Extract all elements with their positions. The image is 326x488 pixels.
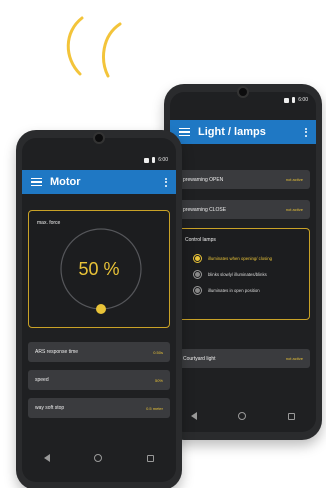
- battery-icon: [152, 157, 156, 163]
- row-label: way soft stop: [35, 405, 65, 411]
- status-time: 6:00: [298, 97, 308, 103]
- menu-icon[interactable]: [179, 127, 190, 137]
- screen: 6:00 Light / lamps prewarning OPEN not a…: [170, 92, 316, 432]
- more-options-icon[interactable]: [165, 177, 168, 187]
- radio-unselected-icon: [193, 285, 202, 295]
- row-label: Courtyard light: [183, 355, 216, 362]
- row-label: speed: [35, 377, 49, 383]
- prewarning-close-row[interactable]: prewarning CLOSE not active: [176, 200, 310, 219]
- wifi-icon: [144, 157, 150, 163]
- home-icon[interactable]: [94, 454, 103, 462]
- row-value: 50%: [154, 377, 163, 383]
- camera-notch: [237, 86, 249, 98]
- prewarning-open-row[interactable]: prewarning OPEN not active: [176, 170, 310, 189]
- option-label: blinks slowly/ illuminates/blinks: [208, 271, 267, 277]
- option-label: illuminates when opening/ closing: [208, 255, 273, 261]
- row-label: prewarning CLOSE: [183, 206, 227, 213]
- phone-light-lamps: 6:00 Light / lamps prewarning OPEN not a…: [164, 84, 322, 440]
- nav-bar: [170, 400, 316, 432]
- option-illuminates-opening-closing[interactable]: illuminates when opening/ closing: [193, 250, 309, 266]
- row-value: 0.5 meter: [146, 405, 163, 411]
- row-value: not active: [285, 177, 303, 182]
- home-icon[interactable]: [238, 412, 247, 420]
- speed-row[interactable]: speed 50%: [28, 370, 170, 390]
- wireless-signal-icon: [66, 16, 122, 78]
- control-lamps-card: Control lamps illuminates when opening/ …: [176, 228, 310, 320]
- row-label: prewarning OPEN: [183, 176, 224, 183]
- back-icon[interactable]: [190, 412, 197, 420]
- row-value: not active: [285, 207, 303, 212]
- page-title: Light / lamps: [198, 126, 266, 138]
- page-title: Motor: [50, 176, 81, 188]
- app-bar: Light / lamps: [170, 120, 316, 144]
- max-force-card[interactable]: max. force 50 %: [28, 210, 170, 328]
- force-knob: [96, 304, 106, 314]
- option-illuminates-open-position[interactable]: illuminates in open position: [193, 282, 309, 298]
- courtyard-light-row[interactable]: Courtyard light not active: [176, 349, 310, 368]
- option-label: illuminates in open position: [208, 287, 260, 293]
- battery-icon: [292, 97, 296, 103]
- control-lamps-heading: Control lamps: [185, 237, 216, 243]
- more-options-icon[interactable]: [305, 127, 308, 137]
- screen: 6:00 Motor max. force 50 % ARS response …: [22, 138, 176, 482]
- row-label: ARS response time: [35, 349, 79, 355]
- way-soft-stop-row[interactable]: way soft stop 0.5 meter: [28, 398, 170, 418]
- back-icon[interactable]: [44, 454, 51, 462]
- row-value: 0.50s: [153, 349, 163, 355]
- recent-apps-icon[interactable]: [288, 412, 296, 420]
- nav-bar: [22, 442, 176, 474]
- menu-icon[interactable]: [31, 177, 42, 187]
- wifi-icon: [284, 97, 290, 103]
- radio-selected-icon: [193, 253, 202, 263]
- row-value: not active: [285, 356, 303, 361]
- status-bar: 6:00: [22, 152, 176, 168]
- phone-motor: 6:00 Motor max. force 50 % ARS response …: [16, 130, 182, 488]
- ars-response-time-row[interactable]: ARS response time 0.50s: [28, 342, 170, 362]
- recent-apps-icon[interactable]: [146, 454, 154, 462]
- option-blinks-slowly[interactable]: blinks slowly/ illuminates/blinks: [193, 266, 309, 282]
- radio-unselected-icon: [193, 269, 202, 279]
- app-bar: Motor: [22, 170, 176, 194]
- max-force-value: 50 %: [78, 259, 120, 279]
- status-time: 6:00: [158, 157, 168, 163]
- camera-notch: [93, 132, 105, 144]
